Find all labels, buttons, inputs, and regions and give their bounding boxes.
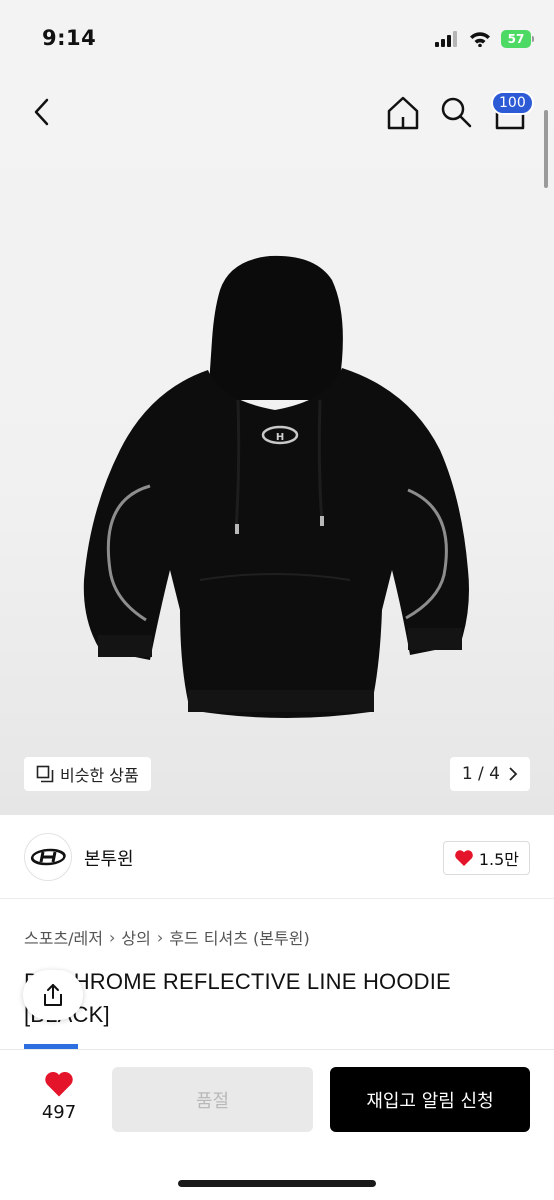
home-button[interactable] xyxy=(384,94,422,132)
wishlist-button[interactable]: 497 xyxy=(24,1070,94,1130)
search-button[interactable] xyxy=(438,94,474,132)
home-indicator xyxy=(178,1180,376,1187)
cellular-signal-icon xyxy=(435,31,457,47)
chevron-right-icon xyxy=(509,767,518,781)
breadcrumb-item[interactable]: 상의 xyxy=(121,925,150,949)
heart-icon xyxy=(45,1071,73,1097)
breadcrumb: 스포츠/레저 › 상의 › 후드 티셔츠 (본투윈) xyxy=(24,925,310,949)
similar-items-icon xyxy=(36,765,54,783)
cart-count-badge: 100 xyxy=(491,91,534,115)
brand-like-button[interactable]: 1.5만 xyxy=(442,841,530,875)
wifi-icon xyxy=(470,32,490,47)
heart-icon xyxy=(455,850,473,866)
status-time: 9:14 xyxy=(42,26,97,50)
page-indicator-text: 1 / 4 xyxy=(461,764,500,784)
soldout-button: 품절 xyxy=(112,1067,313,1132)
status-bar: 9:14 57 xyxy=(0,0,554,80)
brand-row: 본투윈 1.5만 xyxy=(0,815,554,899)
svg-text:H: H xyxy=(276,432,284,443)
status-icons: 57 xyxy=(435,30,534,48)
back-button[interactable] xyxy=(26,92,58,132)
breadcrumb-item[interactable]: 후드 티셔츠 (본투윈) xyxy=(169,925,309,949)
brand-logo-mark xyxy=(30,848,66,866)
search-icon xyxy=(441,97,472,128)
similar-products-label: 비슷한 상품 xyxy=(60,766,139,785)
product-image: H xyxy=(83,255,470,719)
share-button[interactable] xyxy=(23,970,83,1020)
share-icon xyxy=(44,984,62,1006)
brand-logo[interactable] xyxy=(24,833,72,881)
brand-name[interactable]: 본투윈 xyxy=(84,845,134,871)
image-page-indicator[interactable]: 1 / 4 xyxy=(449,757,530,791)
product-title: B2 CHROME REFLECTIVE LINE HOODIE [BLACK] xyxy=(24,969,451,1027)
wishlist-count: 497 xyxy=(41,1102,77,1123)
back-icon xyxy=(34,98,49,126)
restock-alert-button[interactable]: 재입고 알림 신청 xyxy=(330,1067,530,1132)
chevron-right-icon: › xyxy=(109,927,116,947)
battery-level: 57 xyxy=(501,30,531,48)
similar-products-button[interactable]: 비슷한 상품 xyxy=(24,757,151,791)
breadcrumb-item[interactable]: 스포츠/레저 xyxy=(24,925,103,949)
brand-like-count: 1.5만 xyxy=(478,850,519,869)
bottom-action-bar: 497 품절 재입고 알림 신청 xyxy=(0,1049,554,1200)
chevron-right-icon: › xyxy=(156,927,164,947)
battery-indicator: 57 xyxy=(501,30,534,48)
scroll-indicator xyxy=(544,110,548,188)
home-icon xyxy=(387,96,419,130)
